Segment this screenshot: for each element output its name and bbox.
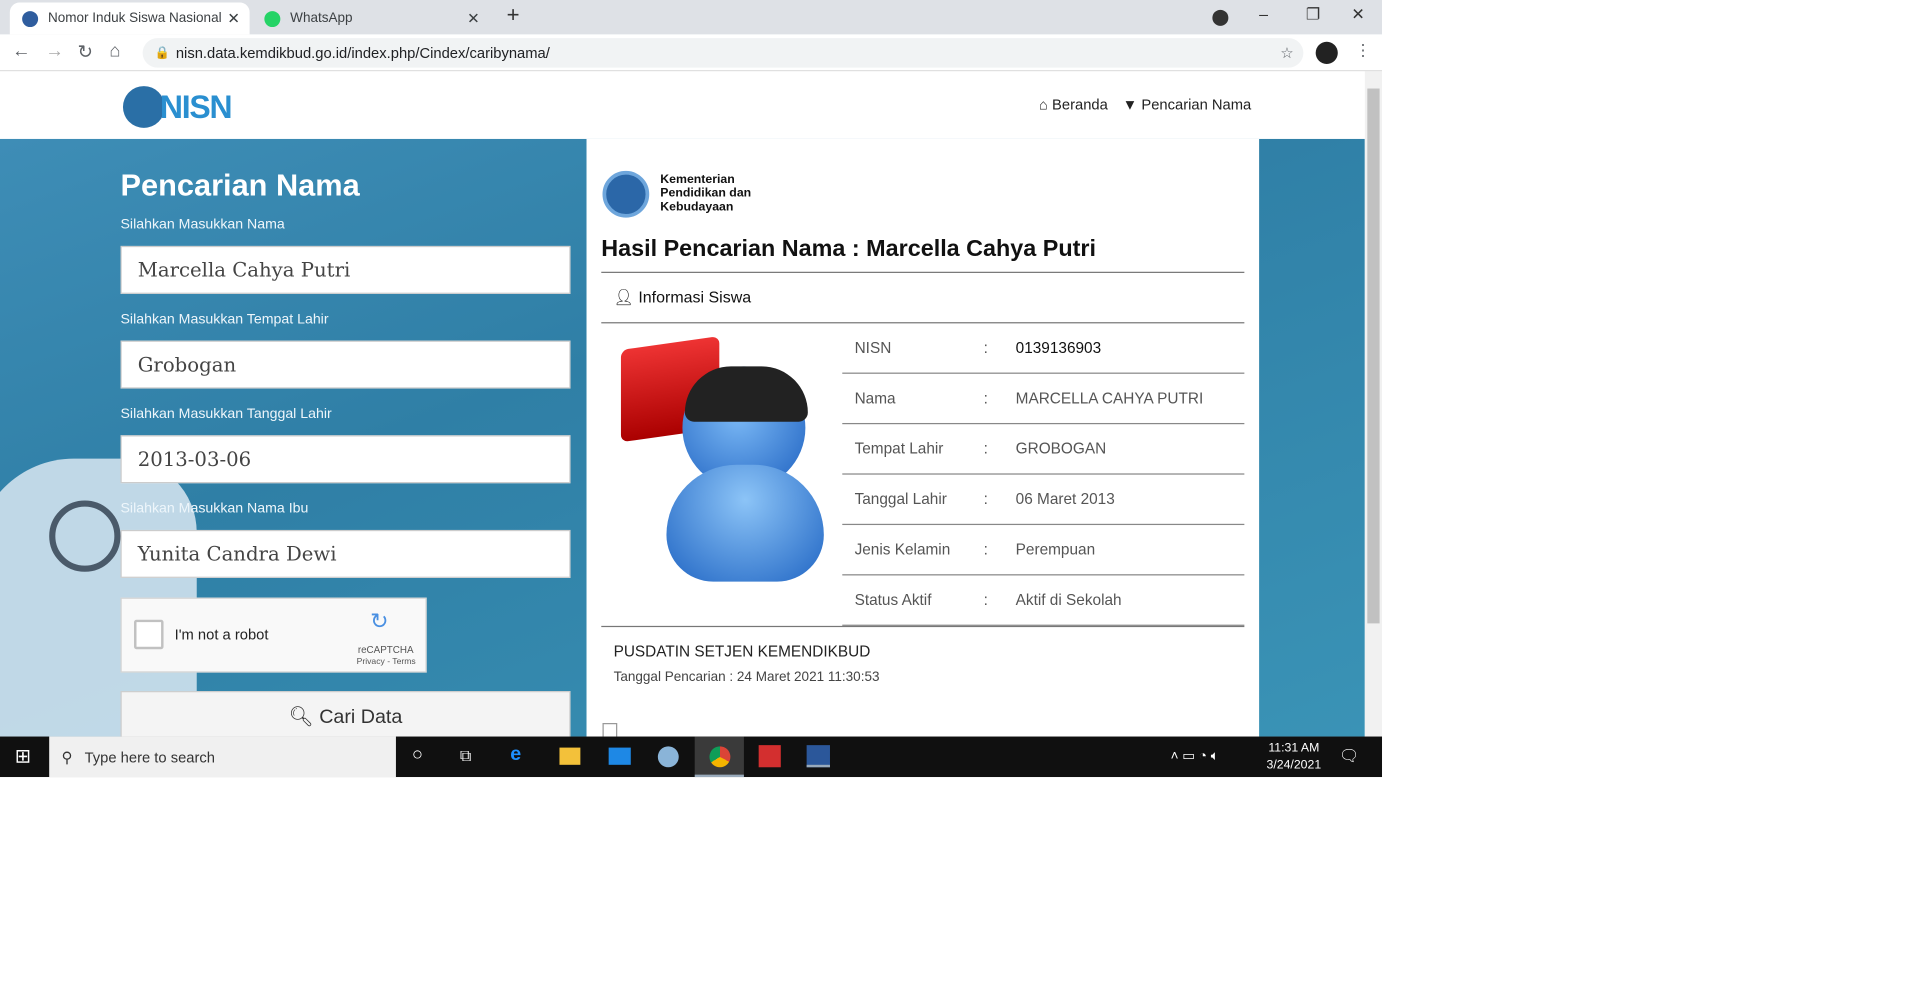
magnifier-illustration [49, 500, 121, 572]
recaptcha-links[interactable]: Privacy - Terms [357, 658, 416, 667]
reload-icon[interactable]: ↻ [77, 41, 92, 63]
notifications-icon[interactable]: 🗨︎ [1339, 746, 1359, 766]
lock-icon: 🔒 [154, 46, 171, 60]
search-date: Tanggal Pencarian : 24 Maret 2021 11:30:… [613, 670, 880, 685]
label-nama-ibu: Silahkan Masukkan Nama Ibu [120, 501, 309, 517]
nav-beranda[interactable]: ⌂ Beranda [1039, 96, 1108, 113]
row-nisn: NISN:0139136903 [842, 323, 1245, 374]
bookmark-star-icon[interactable]: ☆ [1280, 44, 1293, 61]
section-informasi-siswa: 👤︎ Informasi Siswa [613, 287, 752, 307]
browser-toolbar: ← → ↻ ⌂ 🔒 nisn.data.kemdikbud.go.id/index… [0, 34, 1383, 72]
home-icon: ⌂ [1039, 95, 1048, 114]
nav-pencarian-nama[interactable]: ▼ Pencarian Nama [1123, 96, 1252, 113]
filter-icon: ▼ [1122, 95, 1138, 114]
nisn-logo: NISN [122, 81, 234, 128]
site-header: NISN ⌂ Beranda ▼ Pencarian Nama [0, 71, 1365, 139]
flash-icon[interactable] [758, 745, 781, 768]
forward-icon[interactable]: → [45, 41, 63, 62]
mail-icon[interactable] [608, 747, 631, 765]
tab-title: Nomor Induk Siswa Nasional [47, 11, 222, 26]
search-icon: 🔍︎ [288, 707, 314, 728]
recaptcha-brand: reCAPTCHA [357, 644, 414, 656]
whatsapp-icon [264, 10, 281, 27]
chrome-taskbar-button[interactable] [694, 736, 744, 778]
close-window-button[interactable]: ✕ [1351, 5, 1364, 25]
tab-title: WhatsApp [290, 11, 353, 26]
result-footer: PUSDATIN SETJEN KEMENDIKBUD [613, 643, 871, 661]
broken-image-icon [602, 723, 618, 737]
page-scrollbar[interactable] [1364, 71, 1383, 737]
site-favicon-icon [22, 10, 39, 27]
search-icon: ⚲ [61, 748, 73, 766]
row-jenis-kelamin: Jenis Kelamin: Perempuan [842, 525, 1245, 576]
tab-whatsapp[interactable]: WhatsApp ✕ [252, 2, 489, 34]
label-nama: Silahkan Masukkan Nama [120, 217, 285, 233]
row-tanggal-lahir: Tanggal Lahir:06 Maret 2013 [842, 475, 1245, 526]
profile-menu-icon[interactable] [1212, 9, 1229, 26]
app-icon[interactable] [657, 746, 679, 768]
windows-start-icon[interactable]: ⊞ [15, 744, 31, 769]
row-tempat-lahir: Tempat Lahir: GROBOGAN [842, 424, 1245, 475]
avatar[interactable] [1315, 41, 1338, 64]
minimize-button[interactable]: – [1259, 5, 1268, 23]
recaptcha-checkbox[interactable] [134, 619, 164, 650]
tray-icons[interactable]: ˄ ▭ ◔ 🔈︎ [1171, 748, 1219, 765]
recaptcha: I'm not a robot ↻ reCAPTCHA Privacy - Te… [120, 597, 427, 673]
task-view-icon[interactable]: ⧉ [460, 746, 471, 766]
label-tanggal-lahir: Silahkan Masukkan Tanggal Lahir [120, 406, 332, 422]
chrome-icon [709, 746, 731, 768]
form-title: Pencarian Nama [120, 168, 360, 203]
web-page: NISN ⌂ Beranda ▼ Pencarian Nama Pencaria… [0, 71, 1365, 737]
recaptcha-logo-icon: ↻ [370, 608, 389, 634]
home-icon[interactable]: ⌂ [109, 41, 120, 62]
new-tab-button[interactable]: + [507, 2, 520, 28]
input-nama-ibu[interactable]: Yunita Candra Dewi [120, 529, 571, 578]
edge-icon[interactable]: e [510, 744, 521, 766]
clock[interactable]: 11:31 AM 3/24/2021 [1266, 740, 1321, 774]
tab-bar: Nomor Induk Siswa Nasional ✕ WhatsApp ✕ + … [0, 0, 1383, 35]
user-icon: 👤︎ [613, 287, 634, 307]
input-tanggal-lahir[interactable]: 2013-03-06 [120, 435, 571, 484]
taskbar-search[interactable]: ⚲ Type here to search [49, 736, 396, 778]
cortana-icon[interactable]: ○ [412, 744, 423, 765]
cari-data-button[interactable]: 🔍︎ Cari Data [120, 691, 571, 737]
label-tempat-lahir: Silahkan Masukkan Tempat Lahir [120, 312, 329, 328]
url-text: nisn.data.kemdikbud.go.id/index.php/Cind… [175, 44, 550, 62]
scrollbar-thumb[interactable] [1367, 88, 1380, 624]
ministry-name: Kementerian Pendidikan dan Kebudayaan [660, 173, 752, 214]
address-bar[interactable]: 🔒 nisn.data.kemdikbud.go.id/index.php/Cin… [142, 38, 1304, 68]
row-nama: Nama: MARCELLA CAHYA PUTRI [842, 374, 1245, 425]
tab-nisn[interactable]: Nomor Induk Siswa Nasional ✕ [9, 2, 250, 35]
browser-window: Nomor Induk Siswa Nasional ✕ WhatsApp ✕ + … [0, 0, 1383, 778]
result-heading: Hasil Pencarian Nama : Marcella Cahya Pu… [601, 236, 1096, 262]
file-explorer-icon[interactable] [559, 747, 581, 765]
menu-dots-icon[interactable]: ⋮ [1355, 41, 1371, 61]
kemendikbud-logo [602, 170, 650, 218]
back-icon[interactable]: ← [12, 41, 30, 62]
result-panel: Kementerian Pendidikan dan Kebudayaan Hasi… [586, 138, 1260, 737]
input-nama[interactable]: Marcella Cahya Putri [120, 245, 571, 294]
close-tab-icon[interactable]: ✕ [467, 10, 479, 27]
close-tab-icon[interactable]: ✕ [227, 10, 239, 27]
word-icon[interactable] [806, 745, 830, 768]
windows-taskbar: ⊞ ⚲ Type here to search ○ ⧉ e ˄ ▭ ◔ 🔈︎ 11… [0, 736, 1383, 778]
recaptcha-label: I'm not a robot [174, 625, 269, 644]
restore-button[interactable]: ❐ [1306, 5, 1320, 25]
row-status-aktif: Status Aktif: Aktif di Sekolah [842, 575, 1245, 626]
input-tempat-lahir[interactable]: Grobogan [120, 340, 571, 389]
